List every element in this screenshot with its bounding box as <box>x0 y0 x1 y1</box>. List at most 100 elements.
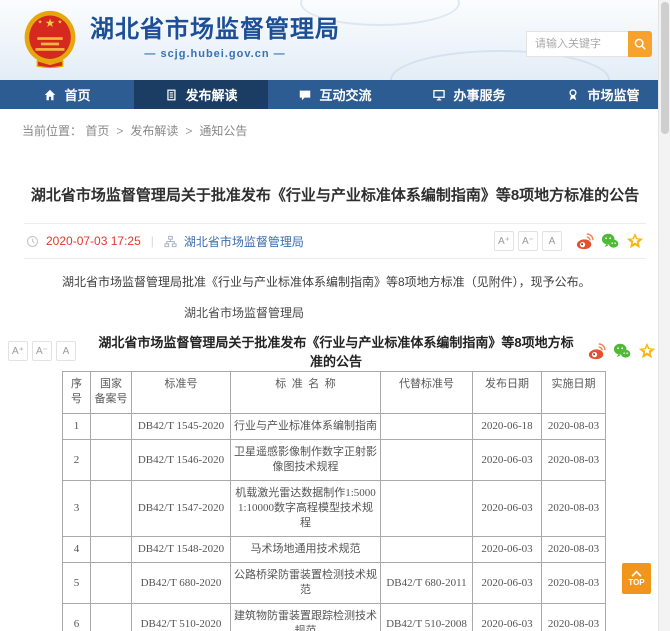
table-cell <box>381 537 473 563</box>
table-cell <box>91 481 132 537</box>
table-header-row: 序号国家 备案号标准号标 准 名 称代替标准号发布日期实施日期 <box>63 372 606 414</box>
table-cell: 4 <box>63 537 91 563</box>
article-body: 湖北省市场监督管理局批准《行业与产业标准体系编制指南》等8项地方标准（见附件），… <box>0 273 670 291</box>
article-tools: A⁺A⁻A <box>494 231 644 251</box>
table-header-cell: 实施日期 <box>542 372 606 414</box>
table-cell: DB42/T 680-2011 <box>381 563 473 604</box>
table-cell: DB42/T 510-2008 <box>381 604 473 631</box>
badge-icon <box>566 88 580 102</box>
table-cell: DB42/T 1545-2020 <box>132 414 231 440</box>
nav-item-home[interactable]: 首页 <box>0 80 134 109</box>
font-reset-button[interactable]: A <box>542 231 562 251</box>
favorite-star-icon[interactable] <box>638 342 656 360</box>
breadcrumb-label: 当前位置： <box>22 124 82 138</box>
breadcrumb-separator: > <box>116 124 123 138</box>
wechat-share-icon[interactable] <box>613 342 631 360</box>
table-cell: DB42/T 1547-2020 <box>132 481 231 537</box>
nav-item-label: 互动交流 <box>319 85 371 104</box>
article-meta: 2020-07-03 17:25 | 湖北省市场监督管理局 <box>26 233 304 250</box>
weibo-share-icon[interactable] <box>576 232 594 250</box>
scrollbar-thumb[interactable] <box>661 2 669 134</box>
site-logo-area: ★ ★ ★ 湖北省市场监督管理局 — scjg.hubei.gov.cn — <box>22 10 340 68</box>
article-signature: 湖北省市场监督管理局 <box>0 304 670 321</box>
table-cell: 卫星遥感影像制作数字正射影像图技术规程 <box>231 440 381 481</box>
table-cell: 2020-08-03 <box>542 414 606 440</box>
svg-text:★: ★ <box>58 20 63 26</box>
table-header-cell: 标 准 名 称 <box>231 372 381 414</box>
nav-item-label: 首页 <box>64 85 90 104</box>
main-nav: 首页 发布解读 互动交流 办事服务 市场监管 <box>0 80 670 109</box>
table-cell <box>91 604 132 631</box>
table-cell: 2020-08-03 <box>542 440 606 481</box>
breadcrumb-item[interactable]: 通知公告 <box>199 124 247 138</box>
font-decrease-button[interactable]: A⁻ <box>32 341 52 361</box>
page-title: 湖北省市场监督管理局关于批准发布《行业与产业标准体系编制指南》等8项地方标准的公… <box>0 186 670 206</box>
font-increase-button[interactable]: A⁺ <box>8 341 28 361</box>
table-header-cell: 序号 <box>63 372 91 414</box>
source-sitemap-icon <box>164 235 177 248</box>
table-cell: 2 <box>63 440 91 481</box>
table-cell: 2020-06-03 <box>473 440 542 481</box>
home-icon <box>43 88 57 102</box>
nav-item-publications[interactable]: 发布解读 <box>134 80 268 109</box>
table-row: 3DB42/T 1547-2020机载激光雷达数据制作1:5000 1:1000… <box>63 481 606 537</box>
search-icon <box>633 37 647 51</box>
chat-icon <box>298 88 312 102</box>
nav-item-label: 办事服务 <box>453 85 505 104</box>
clock-icon <box>26 235 39 248</box>
scrollbar[interactable] <box>658 0 670 631</box>
font-reset-button[interactable]: A <box>56 341 76 361</box>
table-cell: 5 <box>63 563 91 604</box>
table-cell: DB42/T 1548-2020 <box>132 537 231 563</box>
font-increase-button[interactable]: A⁺ <box>494 231 514 251</box>
monitor-icon <box>432 88 446 102</box>
back-to-top-button[interactable]: TOP <box>622 563 651 594</box>
table-header-cell: 标准号 <box>132 372 231 414</box>
table-cell: 2020-08-03 <box>542 563 606 604</box>
table-row: 4DB42/T 1548-2020马术场地通用技术规范2020-06-03202… <box>63 537 606 563</box>
table-cell: 公路桥梁防雷装置检测技术规范 <box>231 563 381 604</box>
table-cell: 6 <box>63 604 91 631</box>
font-decrease-button[interactable]: A⁻ <box>518 231 538 251</box>
table-header-cell: 代替标准号 <box>381 372 473 414</box>
national-emblem-icon: ★ ★ ★ <box>22 10 78 68</box>
table-cell: 2020-06-03 <box>473 563 542 604</box>
table-cell: 1 <box>63 414 91 440</box>
nav-item-interaction[interactable]: 互动交流 <box>268 80 402 109</box>
search-button[interactable] <box>628 31 652 57</box>
table-cell: DB42/T 510-2020 <box>132 604 231 631</box>
table-cell: 马术场地通用技术规范 <box>231 537 381 563</box>
breadcrumb-item[interactable]: 首页 <box>85 124 109 138</box>
favorite-star-icon[interactable] <box>626 232 644 250</box>
breadcrumb-item[interactable]: 发布解读 <box>130 124 178 138</box>
page: ★ ★ ★ 湖北省市场监督管理局 — scjg.hubei.gov.cn — <box>0 0 670 631</box>
site-banner: ★ ★ ★ 湖北省市场监督管理局 — scjg.hubei.gov.cn — <box>0 0 670 80</box>
table-cell: DB42/T 1546-2020 <box>132 440 231 481</box>
site-domain: — scjg.hubei.gov.cn — <box>90 48 340 60</box>
standards-table: 序号国家 备案号标准号标 准 名 称代替标准号发布日期实施日期 1DB42/T … <box>62 371 606 631</box>
table-cell: 2020-06-03 <box>473 481 542 537</box>
table-cell: 行业与产业标准体系编制指南 <box>231 414 381 440</box>
table-row: 6DB42/T 510-2020建筑物防雷装置跟踪检测技术规范DB42/T 51… <box>63 604 606 631</box>
meta-separator: | <box>151 234 154 248</box>
article-source-link[interactable]: 湖北省市场监督管理局 <box>184 233 304 250</box>
table-cell: 2020-06-03 <box>473 604 542 631</box>
search-input[interactable] <box>526 31 628 57</box>
table-cell: 机载激光雷达数据制作1:5000 1:10000数字高程模型技术规程 <box>231 481 381 537</box>
table-cell <box>381 440 473 481</box>
attachment-title-bar: A⁺A⁻A 湖北省市场监督管理局关于批准发布《行业与产业标准体系编制指南》等8项… <box>0 335 670 367</box>
table-cell <box>91 537 132 563</box>
table-row: 1DB42/T 1545-2020行业与产业标准体系编制指南2020-06-18… <box>63 414 606 440</box>
nav-item-market-regulation[interactable]: 市场监管 <box>536 80 670 109</box>
table-header-cell: 发布日期 <box>473 372 542 414</box>
weibo-share-icon[interactable] <box>588 342 606 360</box>
svg-text:★: ★ <box>45 17 56 30</box>
table-row: 2 DB42/T 1546-2020卫星遥感影像制作数字正射影像图技术规程 2020… <box>63 440 606 481</box>
table-cell: 2020-08-03 <box>542 604 606 631</box>
publish-date: 2020-07-03 17:25 <box>46 234 141 248</box>
table-cell: 2020-08-03 <box>542 537 606 563</box>
wechat-share-icon[interactable] <box>601 232 619 250</box>
table-cell <box>91 440 132 481</box>
nav-item-services[interactable]: 办事服务 <box>402 80 536 109</box>
table-cell: 2020-08-03 <box>542 481 606 537</box>
